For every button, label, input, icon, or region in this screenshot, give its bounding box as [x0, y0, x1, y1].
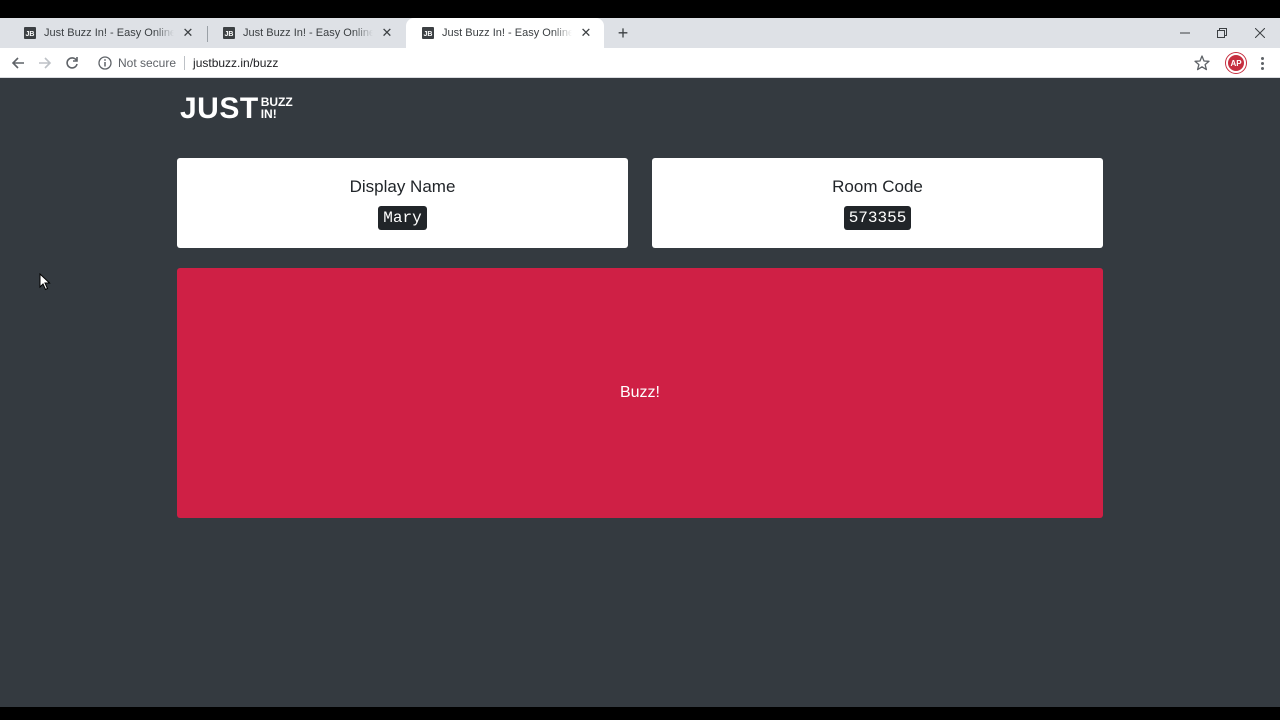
kebab-menu-icon[interactable]	[1253, 54, 1271, 72]
buzz-button[interactable]: Buzz!	[177, 268, 1103, 518]
tab-title: Just Buzz In! - Easy Online Buzzer	[442, 27, 572, 39]
mouse-cursor-icon	[39, 273, 51, 291]
address-bar[interactable]: Not secure justbuzz.in/buzz	[92, 51, 1220, 75]
tab-title: Just Buzz In! - Easy Online Buzzer	[44, 27, 174, 39]
room-code-value: 573355	[843, 206, 912, 230]
new-tab-button[interactable]: +	[613, 23, 633, 43]
site-favicon-icon: JB	[24, 27, 36, 39]
security-status: Not secure	[118, 56, 177, 70]
tab-close-icon[interactable]: ✕	[578, 25, 594, 41]
tab-strip: JB Just Buzz In! - Easy Online Buzzer ✕ …	[0, 18, 1280, 48]
bookmark-star-icon[interactable]	[1193, 54, 1211, 72]
omnibox-divider	[184, 56, 186, 70]
svg-text:JB: JB	[225, 31, 234, 38]
room-code-card: Room Code 573355	[652, 158, 1103, 248]
info-icon[interactable]	[98, 56, 112, 70]
browser-toolbar: Not secure justbuzz.in/buzz AP	[0, 48, 1280, 78]
display-name-card: Display Name Mary	[177, 158, 628, 248]
page-content: JUST BUZZ IN! Display Name Mary Room Cod…	[0, 78, 1280, 707]
profile-avatar[interactable]: AP	[1226, 53, 1246, 73]
display-name-label: Display Name	[349, 177, 456, 196]
reload-icon[interactable]	[61, 52, 83, 74]
logo-main-text: JUST	[180, 92, 259, 125]
tab-title: Just Buzz In! - Easy Online Buzzer	[243, 27, 373, 39]
site-favicon-icon: JB	[422, 27, 434, 39]
tab-3-active[interactable]: JB Just Buzz In! - Easy Online Buzzer ✕	[406, 18, 604, 48]
svg-text:JB: JB	[424, 31, 433, 38]
tab-close-icon[interactable]: ✕	[180, 25, 196, 41]
bottom-letterbox	[0, 707, 1280, 720]
site-logo[interactable]: JUST BUZZ IN!	[180, 92, 293, 126]
room-code-label: Room Code	[832, 177, 923, 196]
url-text[interactable]: justbuzz.in/buzz	[193, 56, 278, 70]
logo-stack: BUZZ IN!	[261, 96, 293, 120]
minimize-icon[interactable]	[1166, 18, 1204, 48]
site-favicon-icon: JB	[223, 27, 235, 39]
forward-arrow-icon[interactable]	[34, 52, 56, 74]
browser-window: JB Just Buzz In! - Easy Online Buzzer ✕ …	[0, 0, 1280, 720]
svg-text:JB: JB	[26, 31, 35, 38]
restore-icon[interactable]	[1203, 18, 1241, 48]
tab-2[interactable]: JB Just Buzz In! - Easy Online Buzzer ✕	[207, 18, 405, 48]
display-name-value: Mary	[378, 206, 427, 230]
logo-line-2: IN!	[260, 107, 277, 121]
back-arrow-icon[interactable]	[7, 52, 29, 74]
close-window-icon[interactable]	[1241, 18, 1279, 48]
tab-1[interactable]: JB Just Buzz In! - Easy Online Buzzer ✕	[8, 18, 206, 48]
tab-close-icon[interactable]: ✕	[379, 25, 395, 41]
